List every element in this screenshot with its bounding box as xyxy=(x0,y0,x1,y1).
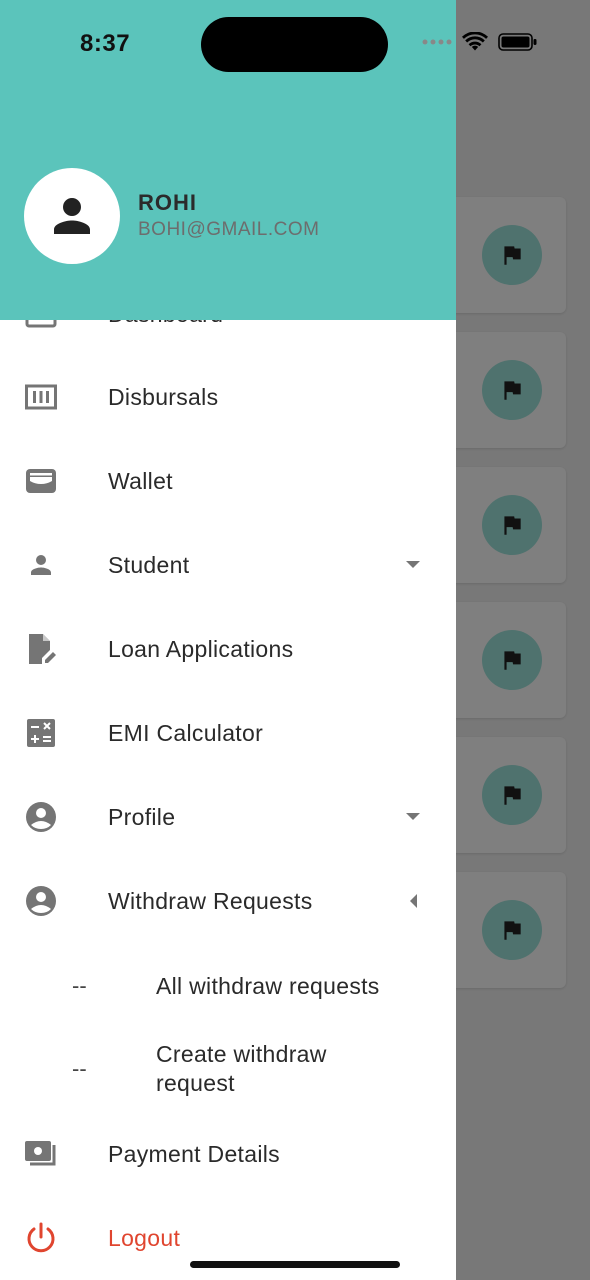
submenu-item-label: All withdraw requests xyxy=(156,972,380,999)
wallet-icon xyxy=(24,464,58,498)
flag-icon xyxy=(482,900,542,960)
menu-item-label: Profile xyxy=(108,803,176,830)
menu-item-label: Payment Details xyxy=(108,1140,280,1167)
calculator-icon xyxy=(24,716,58,750)
menu-item-wallet[interactable]: Wallet xyxy=(0,439,456,523)
menu-item-payment-details[interactable]: Payment Details xyxy=(0,1112,456,1196)
profile-icon xyxy=(24,800,58,834)
power-icon xyxy=(24,1221,58,1255)
dynamic-island xyxy=(201,17,388,72)
flag-icon xyxy=(482,495,542,555)
user-email: BOHI@GMAIL.COM xyxy=(138,219,320,240)
caret-down-icon[interactable] xyxy=(403,555,423,575)
withdraw-icon xyxy=(24,884,58,918)
menu-item-label: Withdraw Requests xyxy=(108,887,313,914)
caret-down-icon[interactable] xyxy=(403,807,423,827)
flag-icon xyxy=(482,360,542,420)
menu-item-label: EMI Calculator xyxy=(108,719,264,746)
signal-dots-icon xyxy=(422,39,452,45)
navigation-drawer: Dashboard ROHI BOHI@GMAIL.COM Disbursals… xyxy=(0,0,456,1280)
disbursals-icon xyxy=(24,380,58,414)
submenu-dash: -- xyxy=(72,973,87,998)
menu-item-emi-calculator[interactable]: EMI Calculator xyxy=(0,691,456,775)
menu-item-disbursals[interactable]: Disbursals xyxy=(0,355,456,439)
battery-icon xyxy=(498,33,537,51)
home-indicator[interactable] xyxy=(190,1261,400,1268)
status-icons xyxy=(422,32,538,52)
caret-left-icon[interactable] xyxy=(403,891,423,911)
avatar[interactable] xyxy=(24,168,120,264)
menu-item-label: Disbursals xyxy=(108,383,219,410)
submenu-dash: -- xyxy=(72,1056,87,1081)
person-icon xyxy=(54,198,90,234)
student-icon xyxy=(24,548,58,582)
user-name: ROHI xyxy=(138,190,197,215)
submenu-item-all-withdraw-requests[interactable]: -- All withdraw requests xyxy=(0,964,456,1008)
menu-item-label: Wallet xyxy=(108,467,173,494)
flag-icon xyxy=(482,630,542,690)
flag-icon xyxy=(482,225,542,285)
submenu-item-label: Create withdraw request xyxy=(156,1041,327,1096)
menu-item-label: Logout xyxy=(108,1224,181,1251)
payment-icon xyxy=(24,1137,58,1171)
flag-icon xyxy=(482,765,542,825)
menu-item-label: Loan Applications xyxy=(108,635,294,662)
loan-application-icon xyxy=(24,632,58,666)
menu-item-loan-applications[interactable]: Loan Applications xyxy=(0,607,456,691)
menu-item-student[interactable]: Student xyxy=(0,523,456,607)
submenu-item-create-withdraw-request[interactable]: -- Create withdraw request xyxy=(0,1038,456,1100)
wifi-icon xyxy=(462,32,488,51)
menu-item-withdraw-requests[interactable]: Withdraw Requests xyxy=(0,859,456,943)
menu-item-label: Student xyxy=(108,551,190,578)
menu-item-profile[interactable]: Profile xyxy=(0,775,456,859)
status-time: 8:37 xyxy=(80,30,131,57)
